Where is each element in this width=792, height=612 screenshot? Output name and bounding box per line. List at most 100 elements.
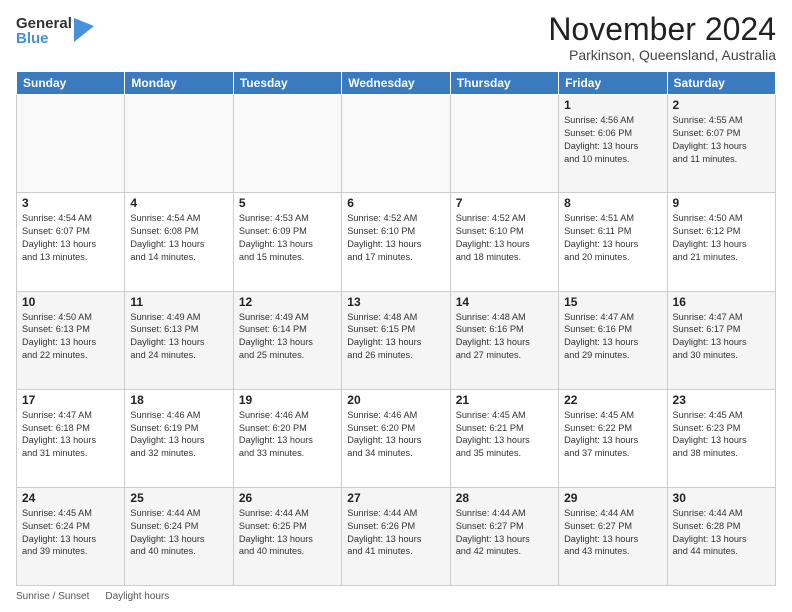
day-info: Sunrise: 4:48 AM Sunset: 6:16 PM Dayligh… [456,311,553,363]
day-info: Sunrise: 4:49 AM Sunset: 6:14 PM Dayligh… [239,311,336,363]
day-number: 24 [22,491,119,505]
logo: General Blue [16,16,94,46]
table-row [125,95,233,193]
day-number: 15 [564,295,661,309]
day-number: 18 [130,393,227,407]
table-row: 24 Sunrise: 4:45 AM Sunset: 6:24 PM Dayli… [17,487,125,585]
logo-blue: Blue [16,31,72,46]
table-row: 2 Sunrise: 4:55 AM Sunset: 6:07 PM Daylig… [667,95,775,193]
calendar-week-3: 17 Sunrise: 4:47 AM Sunset: 6:18 PM Dayli… [17,389,776,487]
table-row: 3Sunrise: 4:54 AM Sunset: 6:07 PM Daylig… [17,193,125,291]
day-info: Sunrise: 4:44 AM Sunset: 6:24 PM Dayligh… [130,507,227,559]
day-info: Sunrise: 4:47 AM Sunset: 6:18 PM Dayligh… [22,409,119,461]
day-number: 4 [130,196,227,210]
day-number: 27 [347,491,444,505]
day-info: Sunrise: 4:52 AM Sunset: 6:10 PM Dayligh… [456,212,553,264]
table-row: 16Sunrise: 4:47 AM Sunset: 6:17 PM Dayli… [667,291,775,389]
table-row: 14 Sunrise: 4:48 AM Sunset: 6:16 PM Dayli… [450,291,558,389]
header: General Blue November 2024 Parkinson, Qu… [16,12,776,63]
table-row: 17 Sunrise: 4:47 AM Sunset: 6:18 PM Dayli… [17,389,125,487]
table-row: 27 Sunrise: 4:44 AM Sunset: 6:26 PM Dayli… [342,487,450,585]
day-number: 30 [673,491,770,505]
table-row: 12Sunrise: 4:49 AM Sunset: 6:14 PM Dayli… [233,291,341,389]
day-number: 8 [564,196,661,210]
table-row: 25Sunrise: 4:44 AM Sunset: 6:24 PM Dayli… [125,487,233,585]
table-row: 8 Sunrise: 4:51 AM Sunset: 6:11 PM Daylig… [559,193,667,291]
col-wednesday: Wednesday [342,72,450,95]
logo-general: General [16,16,72,31]
logo-icon [74,18,94,42]
day-info: Sunrise: 4:44 AM Sunset: 6:28 PM Dayligh… [673,507,770,559]
table-row: 21 Sunrise: 4:45 AM Sunset: 6:21 PM Dayli… [450,389,558,487]
day-info: Sunrise: 4:44 AM Sunset: 6:26 PM Dayligh… [347,507,444,559]
table-row: 9 Sunrise: 4:50 AM Sunset: 6:12 PM Daylig… [667,193,775,291]
day-info: Sunrise: 4:49 AM Sunset: 6:13 PM Dayligh… [130,311,227,363]
day-number: 9 [673,196,770,210]
day-number: 21 [456,393,553,407]
col-sunday: Sunday [17,72,125,95]
table-row [17,95,125,193]
day-info: Sunrise: 4:45 AM Sunset: 6:22 PM Dayligh… [564,409,661,461]
day-info: Sunrise: 4:50 AM Sunset: 6:13 PM Dayligh… [22,311,119,363]
location: Parkinson, Queensland, Australia [548,47,776,63]
table-row: 11 Sunrise: 4:49 AM Sunset: 6:13 PM Dayli… [125,291,233,389]
table-row [233,95,341,193]
footer-sunrise-label: Sunrise / Sunset [16,591,89,602]
month-title: November 2024 [548,12,776,47]
day-number: 2 [673,98,770,112]
day-info: Sunrise: 4:54 AM Sunset: 6:08 PM Dayligh… [130,212,227,264]
page: General Blue November 2024 Parkinson, Qu… [0,0,792,612]
calendar-week-2: 10Sunrise: 4:50 AM Sunset: 6:13 PM Dayli… [17,291,776,389]
table-row: 28 Sunrise: 4:44 AM Sunset: 6:27 PM Dayli… [450,487,558,585]
day-info: Sunrise: 4:52 AM Sunset: 6:10 PM Dayligh… [347,212,444,264]
day-info: Sunrise: 4:44 AM Sunset: 6:27 PM Dayligh… [456,507,553,559]
col-saturday: Saturday [667,72,775,95]
day-info: Sunrise: 4:47 AM Sunset: 6:16 PM Dayligh… [564,311,661,363]
day-info: Sunrise: 4:46 AM Sunset: 6:20 PM Dayligh… [347,409,444,461]
day-info: Sunrise: 4:45 AM Sunset: 6:21 PM Dayligh… [456,409,553,461]
logo-text: General Blue [16,16,72,46]
table-row [342,95,450,193]
footer: Sunrise / Sunset Daylight hours [16,591,776,602]
table-row: 5Sunrise: 4:53 AM Sunset: 6:09 PM Daylig… [233,193,341,291]
day-number: 11 [130,295,227,309]
table-row: 19Sunrise: 4:46 AM Sunset: 6:20 PM Dayli… [233,389,341,487]
table-row: 15 Sunrise: 4:47 AM Sunset: 6:16 PM Dayli… [559,291,667,389]
table-row: 30 Sunrise: 4:44 AM Sunset: 6:28 PM Dayli… [667,487,775,585]
day-info: Sunrise: 4:44 AM Sunset: 6:27 PM Dayligh… [564,507,661,559]
day-number: 6 [347,196,444,210]
calendar-week-1: 3Sunrise: 4:54 AM Sunset: 6:07 PM Daylig… [17,193,776,291]
day-number: 13 [347,295,444,309]
table-row: 29 Sunrise: 4:44 AM Sunset: 6:27 PM Dayli… [559,487,667,585]
day-info: Sunrise: 4:45 AM Sunset: 6:24 PM Dayligh… [22,507,119,559]
day-info: Sunrise: 4:50 AM Sunset: 6:12 PM Dayligh… [673,212,770,264]
day-number: 26 [239,491,336,505]
col-thursday: Thursday [450,72,558,95]
table-row: 10Sunrise: 4:50 AM Sunset: 6:13 PM Dayli… [17,291,125,389]
day-number: 1 [564,98,661,112]
day-number: 29 [564,491,661,505]
day-info: Sunrise: 4:53 AM Sunset: 6:09 PM Dayligh… [239,212,336,264]
table-row: 26Sunrise: 4:44 AM Sunset: 6:25 PM Dayli… [233,487,341,585]
col-monday: Monday [125,72,233,95]
table-row: 4 Sunrise: 4:54 AM Sunset: 6:08 PM Daylig… [125,193,233,291]
table-row: 18 Sunrise: 4:46 AM Sunset: 6:19 PM Dayli… [125,389,233,487]
day-info: Sunrise: 4:45 AM Sunset: 6:23 PM Dayligh… [673,409,770,461]
day-info: Sunrise: 4:51 AM Sunset: 6:11 PM Dayligh… [564,212,661,264]
footer-daylight-label: Daylight hours [105,591,169,602]
table-row: 6 Sunrise: 4:52 AM Sunset: 6:10 PM Daylig… [342,193,450,291]
calendar-week-4: 24 Sunrise: 4:45 AM Sunset: 6:24 PM Dayli… [17,487,776,585]
day-number: 28 [456,491,553,505]
day-number: 17 [22,393,119,407]
calendar-header-row: Sunday Monday Tuesday Wednesday Thursday… [17,72,776,95]
day-number: 7 [456,196,553,210]
day-info: Sunrise: 4:47 AM Sunset: 6:17 PM Dayligh… [673,311,770,363]
calendar-week-0: 1Sunrise: 4:56 AM Sunset: 6:06 PM Daylig… [17,95,776,193]
table-row: 20Sunrise: 4:46 AM Sunset: 6:20 PM Dayli… [342,389,450,487]
day-info: Sunrise: 4:55 AM Sunset: 6:07 PM Dayligh… [673,114,770,166]
day-info: Sunrise: 4:46 AM Sunset: 6:19 PM Dayligh… [130,409,227,461]
day-number: 14 [456,295,553,309]
col-tuesday: Tuesday [233,72,341,95]
table-row: 1Sunrise: 4:56 AM Sunset: 6:06 PM Daylig… [559,95,667,193]
title-block: November 2024 Parkinson, Queensland, Aus… [548,12,776,63]
